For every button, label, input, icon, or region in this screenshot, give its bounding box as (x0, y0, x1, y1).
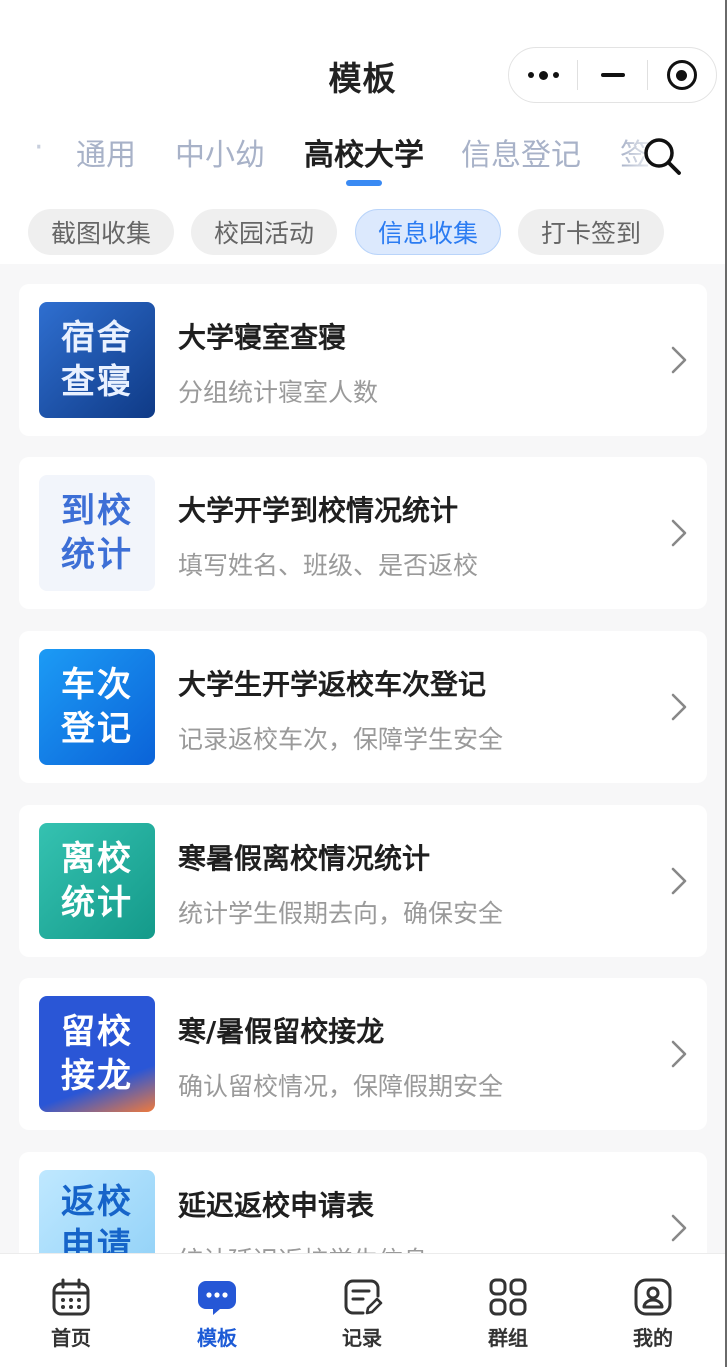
target-close-icon (666, 60, 697, 90)
chevron-right-icon (671, 1214, 687, 1242)
nav-me[interactable]: 我的 (603, 1276, 703, 1351)
template-subtitle: 统计学生假期去向，确保安全 (178, 899, 504, 928)
template-card[interactable]: 留校 接龙 寒/暑假留校接龙 确认留校情况，保障假期安全 (19, 978, 707, 1130)
chevron-right-icon (671, 1040, 687, 1068)
nav-label: 记录 (342, 1326, 382, 1350)
header: 模板 · 通用 中小幼 高校大学 信息登记 签 (0, 0, 725, 264)
chip-checkin[interactable]: 打卡签到 (518, 209, 664, 255)
chip-screenshot-collect[interactable]: 截图收集 (28, 209, 174, 255)
nav-records[interactable]: 记录 (312, 1276, 412, 1351)
grid-icon (489, 1278, 527, 1316)
template-title: 大学生开学返校车次登记 (178, 668, 487, 701)
calendar-icon (52, 1278, 90, 1316)
template-thumbnail: 宿舍 查寝 (39, 302, 155, 418)
template-thumbnail: 离校 统计 (39, 823, 155, 939)
tab-general[interactable]: 通用 (76, 130, 136, 174)
template-title: 大学开学到校情况统计 (178, 494, 459, 527)
chip-campus-activity[interactable]: 校园活动 (191, 209, 337, 255)
close-button[interactable] (648, 47, 716, 103)
tab-info-register[interactable]: 信息登记 (461, 130, 581, 174)
active-tab-indicator (346, 180, 382, 186)
template-subtitle: 填写姓名、班级、是否返校 (178, 551, 479, 580)
chip-info-collect[interactable]: 信息收集 (355, 209, 501, 255)
nav-label: 我的 (633, 1326, 673, 1350)
minimize-button[interactable] (578, 47, 646, 103)
template-subtitle: 分组统计寝室人数 (178, 378, 379, 407)
chevron-right-icon (671, 693, 687, 721)
chat-bubble-icon (198, 1281, 236, 1315)
more-button[interactable] (509, 47, 577, 103)
template-card[interactable]: 离校 统计 寒暑假离校情况统计 统计学生假期去向，确保安全 (19, 805, 707, 957)
nav-templates[interactable]: 模板 (167, 1276, 267, 1351)
nav-groups[interactable]: 群组 (458, 1276, 558, 1351)
template-title: 大学寝室查寝 (178, 321, 347, 354)
chevron-right-icon (671, 346, 687, 374)
app-frame: 模板 · 通用 中小幼 高校大学 信息登记 签 (0, 0, 727, 1367)
template-card[interactable]: 宿舍 查寝 大学寝室查寝 分组统计寝室人数 (19, 284, 707, 436)
tab-k12[interactable]: 中小幼 (175, 130, 265, 174)
nav-label: 模板 (197, 1326, 237, 1350)
template-subtitle: 记录返校车次，保障学生安全 (178, 725, 504, 754)
minimize-icon (600, 73, 625, 77)
edit-record-icon (344, 1279, 383, 1315)
search-icon[interactable] (641, 135, 683, 177)
template-thumbnail: 留校 接龙 (39, 996, 155, 1112)
mini-program-capsule (508, 47, 717, 103)
bottom-nav: 首页 模板 记录 群组 我的 (0, 1253, 725, 1367)
nav-label: 首页 (51, 1326, 91, 1350)
template-thumbnail: 车次 登记 (39, 649, 155, 765)
nav-label: 群组 (488, 1326, 528, 1350)
chevron-right-icon (671, 519, 687, 547)
template-title: 寒暑假离校情况统计 (178, 842, 431, 875)
tab-partial-left: · (34, 130, 42, 165)
template-subtitle: 确认留校情况，保障假期安全 (178, 1072, 504, 1101)
profile-icon (634, 1278, 672, 1316)
chevron-right-icon (671, 867, 687, 895)
template-thumbnail: 到校 统计 (39, 475, 155, 591)
template-title: 延迟返校申请表 (178, 1189, 375, 1222)
template-card[interactable]: 到校 统计 大学开学到校情况统计 填写姓名、班级、是否返校 (19, 457, 707, 609)
template-card[interactable]: 车次 登记 大学生开学返校车次登记 记录返校车次，保障学生安全 (19, 631, 707, 783)
tab-university[interactable]: 高校大学 (304, 130, 424, 174)
more-dots-icon (527, 70, 559, 80)
template-title: 寒/暑假留校接龙 (178, 1015, 385, 1048)
nav-home[interactable]: 首页 (21, 1276, 121, 1351)
